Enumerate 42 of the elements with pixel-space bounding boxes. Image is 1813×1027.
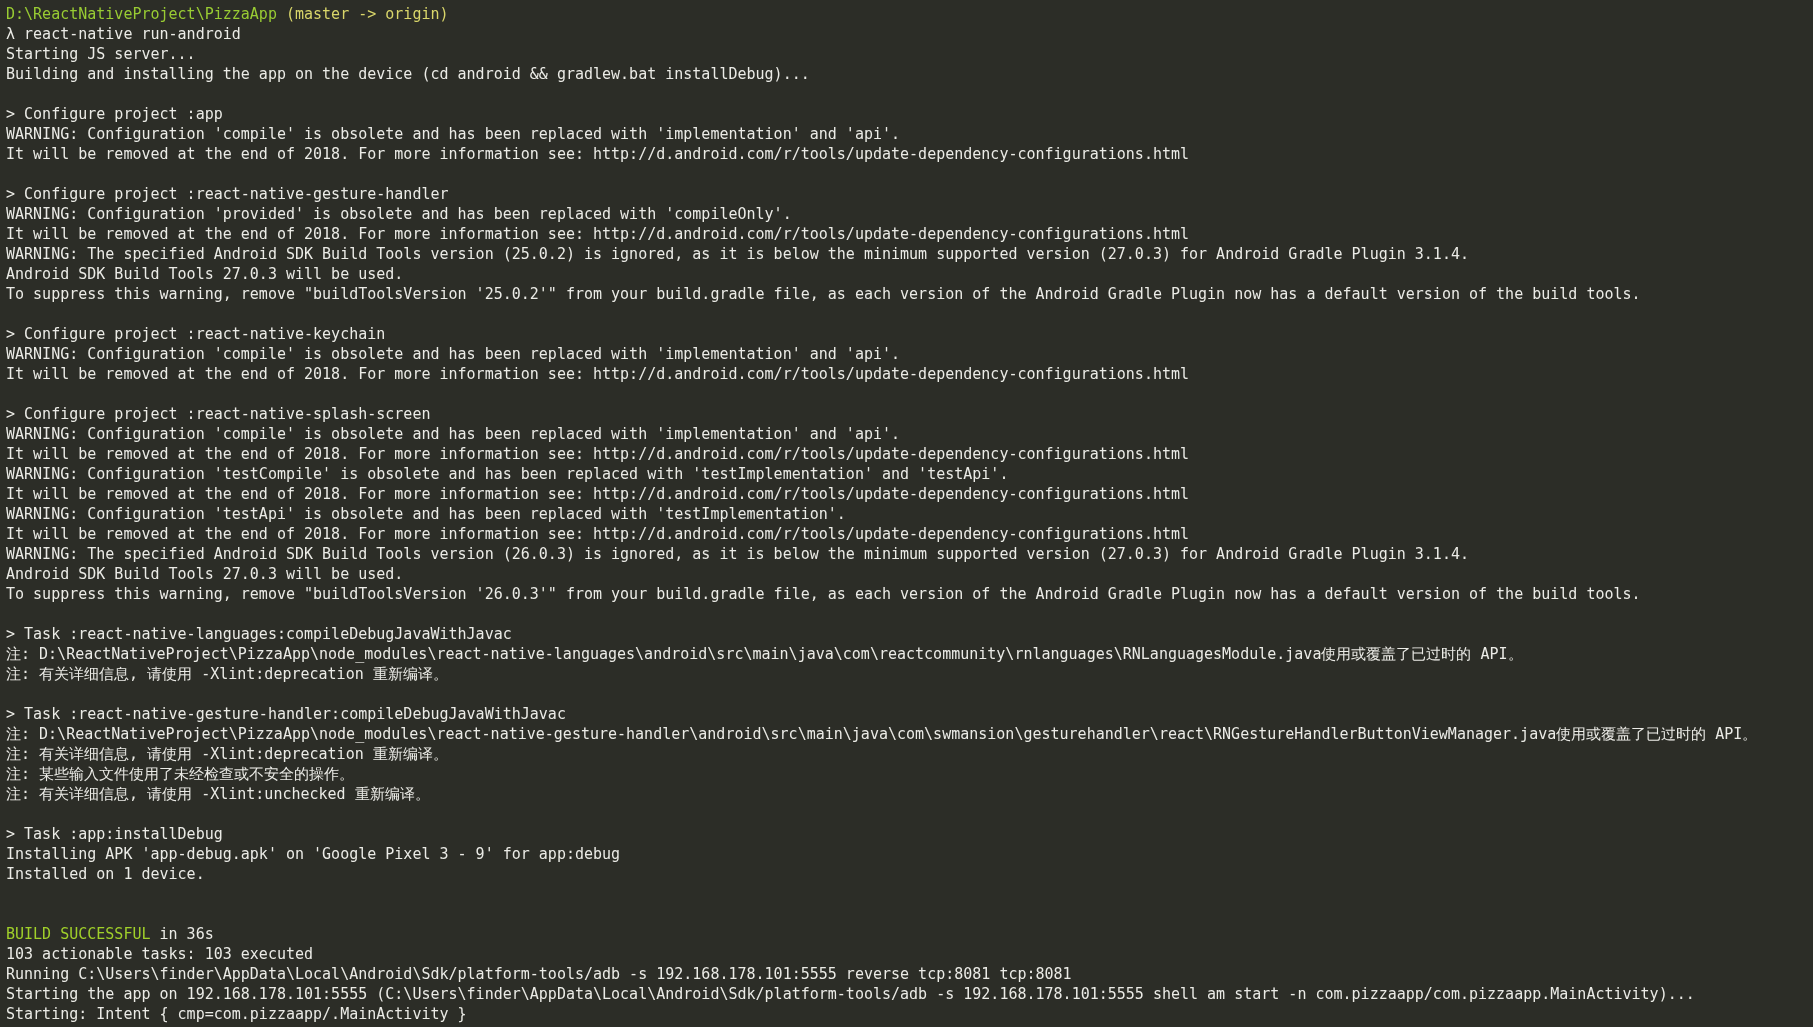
terminal-line: > Task :react-native-gesture-handler:compileDebugJavaWithJavac [6,704,566,724]
terminal-line: D:\ReactNativeProject\PizzaApp (master -> origin) [6,4,449,24]
terminal-line: > Task :react-native-languages:compileDebugJavaWithJavac [6,624,512,644]
terminal-line: WARNING: Configuration 'compile' is obsolete and has been replaced with 'implementation' and 'api'. [6,344,901,364]
terminal-line: BUILD SUCCESSFUL in 36s [6,924,214,944]
terminal-line: 注: 某些输入文件使用了未经检查或不安全的操作。 [6,764,355,784]
terminal-line: 注: 有关详细信息, 请使用 -Xlint:unchecked 重新编译。 [6,784,430,804]
terminal-line: WARNING: The specified Android SDK Build Tools version (25.0.2) is ignored, as it is below the minimum supported version (27.0.3) for Android Gradle Plugin 3.1.4. [6,244,1469,264]
terminal-line: To suppress this warning, remove "buildToolsVersion '26.0.3'" from your build.gradle file, as each version of the Android Gradle Plugin now has a default version of the build tools. [6,584,1641,604]
terminal-line: It will be removed at the end of 2018. For more information see: http://d.android.com/r/tools/update-dependency-configurations.html [6,364,1190,384]
terminal-line: > Configure project :react-native-gesture-handler [6,184,449,204]
terminal-line: Starting the app on 192.168.178.101:5555 (C:\Users\finder\AppData\Local\Android\Sdk/platform-tools/adb -s 192.168.178.101:5555 shell am start -n com.pizzaapp/com.pizzaapp.MainActivity)... [6,984,1695,1004]
terminal-line: 注: 有关详细信息, 请使用 -Xlint:deprecation 重新编译。 [6,664,448,684]
terminal-line: It will be removed at the end of 2018. For more information see: http://d.android.com/r/tools/update-dependency-configurations.html [6,224,1190,244]
terminal-line: WARNING: Configuration 'testApi' is obsolete and has been replaced with 'testImplementation'. [6,504,846,524]
terminal-line: λ react-native run-android [6,24,241,44]
terminal-line: Installed on 1 device. [6,864,205,884]
terminal-line: WARNING: The specified Android SDK Build Tools version (26.0.3) is ignored, as it is below the minimum supported version (27.0.3) for Android Gradle Plugin 3.1.4. [6,544,1469,564]
terminal-line: 注: D:\ReactNativeProject\PizzaApp\node_modules\react-native-languages\android\src\main\java\com\reactcommunity\rnlanguages\RNLanguagesModule.java使用或覆盖了已过时的 API。 [6,644,1523,664]
terminal-line: Android SDK Build Tools 27.0.3 will be used. [6,264,404,284]
terminal-line: 注: D:\ReactNativeProject\PizzaApp\node_modules\react-native-gesture-handler\android\src\main\java\com\swmansion\gesturehandler\react\RNGestureHandlerButtonViewManager.java使用或覆盖了已过时的 API。 [6,724,1758,744]
terminal-line: WARNING: Configuration 'testCompile' is obsolete and has been replaced with 'testImplementation' and 'testApi'. [6,464,1009,484]
terminal-line: > Task :app:installDebug [6,824,223,844]
terminal-line: > Configure project :react-native-keychain [6,324,386,344]
terminal-line: WARNING: Configuration 'compile' is obsolete and has been replaced with 'implementation' and 'api'. [6,124,901,144]
terminal-line: Running C:\Users\finder\AppData\Local\Android\Sdk/platform-tools/adb -s 192.168.178.101:5555 reverse tcp:8081 tcp:8081 [6,964,1072,984]
terminal-line: It will be removed at the end of 2018. For more information see: http://d.android.com/r/tools/update-dependency-configurations.html [6,444,1190,464]
terminal-line: To suppress this warning, remove "buildToolsVersion '25.0.2'" from your build.gradle file, as each version of the Android Gradle Plugin now has a default version of the build tools. [6,284,1641,304]
terminal-line: It will be removed at the end of 2018. For more information see: http://d.android.com/r/tools/update-dependency-configurations.html [6,524,1190,544]
terminal-line: It will be removed at the end of 2018. For more information see: http://d.android.com/r/tools/update-dependency-configurations.html [6,484,1190,504]
terminal-line: It will be removed at the end of 2018. For more information see: http://d.android.com/r/tools/update-dependency-configurations.html [6,144,1190,164]
terminal-line: Building and installing the app on the device (cd android && gradlew.bat installDebug)... [6,64,810,84]
terminal-line: > Configure project :react-native-splash-screen [6,404,431,424]
terminal-line: > Configure project :app [6,104,223,124]
terminal-line: WARNING: Configuration 'provided' is obsolete and has been replaced with 'compileOnly'. [6,204,792,224]
terminal-line: Android SDK Build Tools 27.0.3 will be used. [6,564,404,584]
terminal-line: Starting: Intent { cmp=com.pizzaapp/.MainActivity } [6,1004,467,1024]
terminal-line: Installing APK 'app-debug.apk' on 'Google Pixel 3 - 9' for app:debug [6,844,621,864]
terminal-line: 103 actionable tasks: 103 executed [6,944,314,964]
terminal-line: WARNING: Configuration 'compile' is obsolete and has been replaced with 'implementation' and 'api'. [6,424,901,444]
terminal-line: 注: 有关详细信息, 请使用 -Xlint:deprecation 重新编译。 [6,744,448,764]
terminal-line: Starting JS server... [6,44,196,64]
